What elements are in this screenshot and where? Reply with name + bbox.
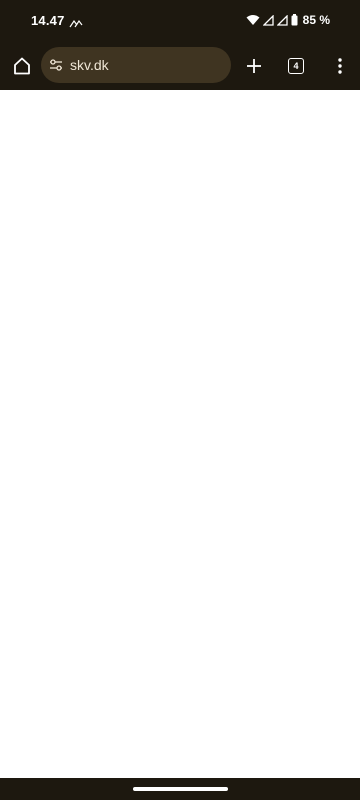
web-page-content[interactable] xyxy=(0,90,360,778)
gesture-handle[interactable] xyxy=(133,787,228,791)
battery-icon xyxy=(291,14,298,26)
signal-icon xyxy=(276,14,288,26)
more-menu-button[interactable] xyxy=(326,52,354,80)
home-icon xyxy=(14,57,30,75)
home-button[interactable] xyxy=(8,52,36,80)
navigation-bar xyxy=(0,778,360,800)
battery-percent: 85 % xyxy=(302,13,330,27)
tab-switcher-icon: 4 xyxy=(288,58,304,74)
new-tab-button[interactable] xyxy=(240,52,268,80)
address-bar[interactable]: skv.dk xyxy=(41,47,231,83)
tune-icon[interactable] xyxy=(49,58,63,72)
plus-icon xyxy=(247,59,261,73)
signal-icon xyxy=(262,14,274,26)
notification-icon xyxy=(69,15,83,28)
browser-toolbar: skv.dk 4 xyxy=(0,42,360,90)
status-bar: 14.47 85 % xyxy=(0,0,360,42)
status-icons: 85 % xyxy=(246,13,330,27)
status-time: 14.47 xyxy=(31,13,65,28)
phone-screen: 14.47 85 % skv.dk 4 xyxy=(0,0,360,800)
more-vert-icon xyxy=(338,58,342,74)
wifi-icon xyxy=(246,14,260,26)
tab-count: 4 xyxy=(293,61,299,71)
tab-switcher-button[interactable]: 4 xyxy=(282,54,310,78)
url-text[interactable]: skv.dk xyxy=(70,57,109,73)
